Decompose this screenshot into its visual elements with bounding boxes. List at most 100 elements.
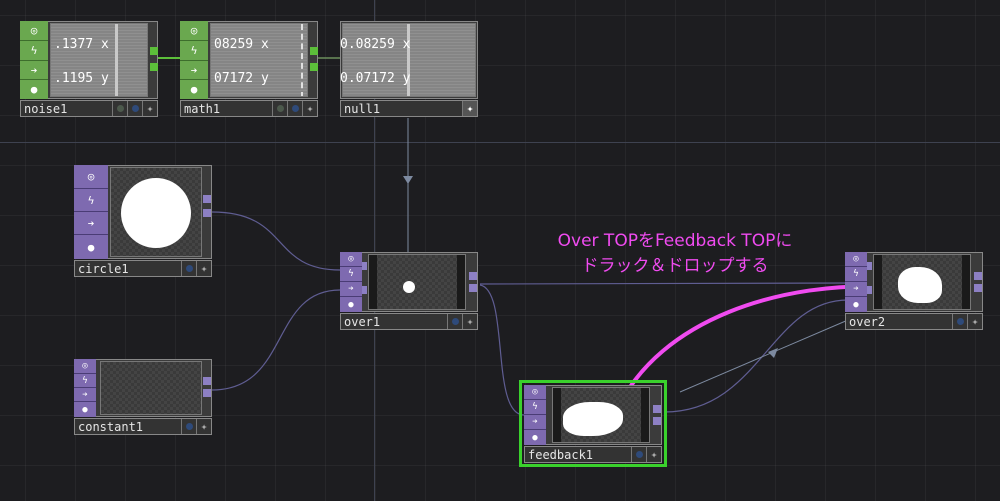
output-connector[interactable] <box>469 284 477 292</box>
render-icon[interactable] <box>952 314 967 329</box>
node-name[interactable]: over2 <box>846 315 952 329</box>
channel-y: y <box>100 71 109 86</box>
constant1-viewer[interactable] <box>100 361 202 415</box>
wire-arrow <box>768 348 778 358</box>
lightning-icon[interactable]: ϟ <box>74 189 108 212</box>
output-connector[interactable] <box>469 272 477 280</box>
star-icon[interactable]: ✦ <box>196 261 211 276</box>
arrow-icon[interactable]: ➔ <box>340 282 362 297</box>
arrow-icon[interactable]: ➔ <box>845 282 867 297</box>
lightning-icon[interactable]: ϟ <box>340 267 362 282</box>
input-connector[interactable] <box>867 286 872 294</box>
render-icon[interactable] <box>631 447 646 462</box>
wire-over1-feedback1 <box>479 284 525 416</box>
output-connector[interactable] <box>203 195 211 203</box>
output-connector[interactable] <box>203 377 211 385</box>
noise1-label-bar: noise1 ✦ <box>20 100 158 117</box>
over2-label-bar: over2 ✦ <box>845 313 983 330</box>
output-connector[interactable] <box>310 47 318 55</box>
star-icon[interactable]: ✦ <box>462 101 477 116</box>
lightning-icon[interactable]: ϟ <box>524 400 546 415</box>
display-icon[interactable] <box>272 101 287 116</box>
viewer-icon[interactable]: ◎ <box>74 359 96 374</box>
channel-x: x <box>402 37 411 52</box>
lightning-icon[interactable]: ϟ <box>180 41 208 61</box>
instruction-line-1: Over TOPをFeedback TOPに <box>557 231 793 251</box>
node-name[interactable]: constant1 <box>75 420 181 434</box>
arrow-icon[interactable]: ➔ <box>74 388 96 402</box>
arrow-icon[interactable]: ➔ <box>74 212 108 235</box>
over1-viewer[interactable] <box>368 254 466 310</box>
render-icon[interactable] <box>181 261 196 276</box>
output-connector[interactable] <box>974 272 982 280</box>
arrow-icon[interactable]: ➔ <box>180 61 208 80</box>
letterbox-left <box>553 388 561 442</box>
render-icon[interactable] <box>127 101 142 116</box>
null1-label-bar: null1 ✦ <box>340 100 478 117</box>
input-connector[interactable] <box>362 262 367 270</box>
node-feedback1[interactable]: ◎ ϟ ➔ ● feedback1 ✦ <box>519 380 667 467</box>
output-connector[interactable] <box>974 284 982 292</box>
star-icon[interactable]: ✦ <box>142 101 157 116</box>
letterbox-left <box>369 255 377 309</box>
lock-icon[interactable]: ● <box>180 80 208 99</box>
lock-icon[interactable]: ● <box>74 402 96 417</box>
output-connector[interactable] <box>310 63 318 71</box>
star-icon[interactable]: ✦ <box>302 101 317 116</box>
wire-feedback1-over2 <box>663 299 849 413</box>
lock-icon[interactable]: ● <box>845 297 867 312</box>
letterbox-right <box>641 388 649 442</box>
over2-viewer[interactable] <box>873 254 971 310</box>
node-name[interactable]: null1 <box>341 102 462 116</box>
output-connector[interactable] <box>203 389 211 397</box>
output-connector[interactable] <box>150 63 158 71</box>
lock-icon[interactable]: ● <box>340 297 362 312</box>
output-connector[interactable] <box>150 47 158 55</box>
arrow-icon[interactable]: ➔ <box>20 61 48 80</box>
wire-constant1-over1 <box>211 289 341 391</box>
circle1-label-bar: circle1 ✦ <box>74 260 212 277</box>
output-connector[interactable] <box>653 417 661 425</box>
viewer-icon[interactable]: ◎ <box>74 165 108 189</box>
lightning-icon[interactable]: ϟ <box>845 267 867 282</box>
arrow-icon[interactable]: ➔ <box>524 415 546 430</box>
viewer-icon[interactable]: ◎ <box>20 21 48 41</box>
small-circle-image <box>403 281 415 293</box>
wire-circle1-over1 <box>211 211 341 271</box>
node-name[interactable]: feedback1 <box>525 448 631 462</box>
channel-x: x <box>260 37 269 52</box>
channel-x: x <box>100 37 109 52</box>
render-icon[interactable] <box>287 101 302 116</box>
output-connector[interactable] <box>203 209 211 217</box>
lock-icon[interactable]: ● <box>74 235 108 259</box>
value-x: 0.08259 <box>340 37 395 52</box>
lightning-icon[interactable]: ϟ <box>20 41 48 61</box>
input-connector[interactable] <box>867 262 872 270</box>
feedback1-label-bar: feedback1 ✦ <box>524 446 662 463</box>
circle1-viewer[interactable] <box>110 167 202 257</box>
input-connector[interactable] <box>362 286 367 294</box>
lightning-icon[interactable]: ϟ <box>74 374 96 388</box>
wire-over1-over2 <box>479 282 849 285</box>
node-name[interactable]: circle1 <box>75 262 181 276</box>
render-icon[interactable] <box>181 419 196 434</box>
star-icon[interactable]: ✦ <box>646 447 661 462</box>
star-icon[interactable]: ✦ <box>196 419 211 434</box>
star-icon[interactable]: ✦ <box>462 314 477 329</box>
viewer-icon[interactable]: ◎ <box>845 252 867 267</box>
lock-icon[interactable]: ● <box>524 430 546 445</box>
viewer-icon[interactable]: ◎ <box>524 385 546 400</box>
node-name[interactable]: over1 <box>341 315 447 329</box>
render-icon[interactable] <box>447 314 462 329</box>
display-icon[interactable] <box>112 101 127 116</box>
node-name[interactable]: noise1 <box>21 102 112 116</box>
output-connector[interactable] <box>653 405 661 413</box>
viewer-icon[interactable]: ◎ <box>180 21 208 41</box>
lock-icon[interactable]: ● <box>20 80 48 99</box>
star-icon[interactable]: ✦ <box>967 314 982 329</box>
network-editor-canvas[interactable]: ◎ ϟ ➔ ● .1377 x .1195 y noise1 ✦ ◎ ϟ ➔ ● <box>0 0 1000 501</box>
instruction-annotation: Over TOPをFeedback TOPに ドラック＆ドロップする <box>510 229 840 279</box>
viewer-icon[interactable]: ◎ <box>340 252 362 267</box>
feedback1-viewer[interactable] <box>552 387 650 443</box>
node-name[interactable]: math1 <box>181 102 272 116</box>
